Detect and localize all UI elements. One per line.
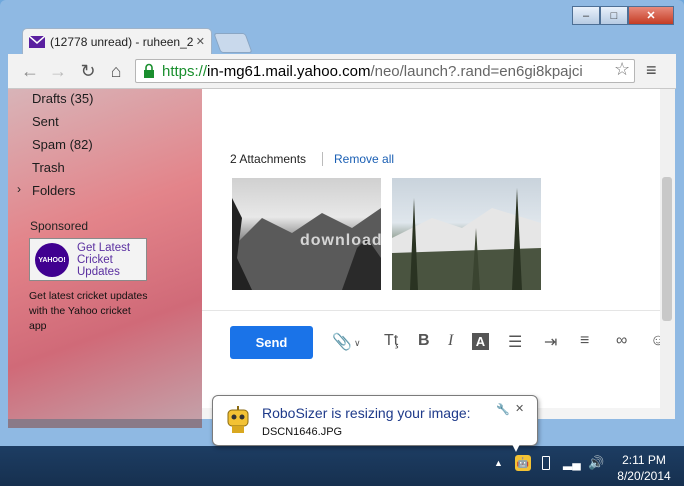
remove-all-link[interactable]: Remove all bbox=[334, 152, 394, 166]
close-window-button[interactable]: ✕ bbox=[628, 6, 674, 25]
link-icon[interactable]: ∞ bbox=[616, 332, 627, 350]
sidebar-item-folders[interactable]: Folders bbox=[32, 183, 75, 198]
italic-icon[interactable]: I bbox=[448, 332, 453, 350]
home-icon[interactable]: ⌂ bbox=[106, 61, 126, 81]
show-hidden-icons-icon[interactable]: ▲ bbox=[494, 458, 503, 468]
back-arrow-icon[interactable]: ← bbox=[20, 61, 40, 81]
attach-paperclip-icon[interactable]: 📎 bbox=[332, 332, 352, 352]
network-signal-icon[interactable]: ▂▄ bbox=[563, 456, 581, 470]
url-host: in-mg61.mail.yahoo.com bbox=[207, 62, 371, 80]
sponsored-label: Sponsored bbox=[30, 219, 89, 233]
taskbar bbox=[0, 446, 684, 486]
window-controls: ‒ □ ✕ bbox=[572, 6, 674, 27]
sidebar-item-spam[interactable]: Spam (82) bbox=[32, 137, 93, 152]
sidebar-item-trash[interactable]: Trash bbox=[32, 160, 65, 175]
robosizer-tray-icon[interactable]: 🤖 bbox=[515, 455, 531, 471]
scrollbar-thumb[interactable] bbox=[662, 177, 672, 321]
chevron-right-icon[interactable]: › bbox=[17, 182, 21, 196]
robot-icon bbox=[225, 404, 251, 434]
close-icon[interactable]: ✕ bbox=[515, 402, 524, 415]
balloon-pointer bbox=[510, 440, 522, 452]
browser-tab[interactable]: (12778 unread) - ruheen_2 ✕ bbox=[22, 28, 212, 54]
sidebar-item-sent[interactable]: Sent bbox=[32, 114, 59, 129]
tab-title: (12778 unread) - ruheen_2 bbox=[50, 34, 194, 49]
horizontal-scrollbar[interactable] bbox=[8, 419, 202, 428]
volume-icon[interactable]: 🔊 bbox=[588, 455, 604, 471]
notification-filename: DSCN1646.JPG bbox=[262, 426, 343, 438]
notification-title: RoboSizer is resizing your image: bbox=[262, 405, 471, 421]
attachment-thumbnail[interactable] bbox=[392, 178, 541, 290]
bullet-list-icon[interactable]: ☰ bbox=[508, 332, 522, 352]
sidebar-item-drafts[interactable]: Drafts (35) bbox=[32, 91, 93, 106]
maximize-button[interactable]: □ bbox=[600, 6, 628, 25]
menu-icon[interactable]: ≡ bbox=[646, 60, 657, 81]
indent-icon[interactable]: ⇥ bbox=[544, 332, 557, 352]
yahoo-cricket-logo: YAHOO! bbox=[35, 243, 69, 277]
send-button[interactable]: Send bbox=[230, 326, 313, 359]
taskbar-date[interactable]: 8/20/2014 bbox=[614, 469, 674, 483]
yahoo-mail-icon bbox=[29, 35, 45, 48]
bookmark-star-icon[interactable]: ☆ bbox=[614, 59, 630, 80]
reload-icon[interactable]: ↻ bbox=[78, 61, 98, 81]
taskbar-time[interactable]: 2:11 PM bbox=[614, 453, 674, 467]
sponsored-ad[interactable]: YAHOO! Get Latest Cricket Updates bbox=[29, 238, 147, 281]
bold-icon[interactable]: B bbox=[418, 332, 430, 350]
settings-wrench-icon[interactable]: 🔧 bbox=[496, 403, 510, 416]
ad-body: Get latest cricket updates with the Yaho… bbox=[29, 290, 148, 332]
url-scheme: https:// bbox=[162, 62, 208, 80]
ad-title[interactable]: Get Latest Cricket Updates bbox=[77, 242, 145, 278]
new-tab-button[interactable] bbox=[213, 33, 253, 53]
forward-arrow-icon[interactable]: → bbox=[48, 61, 68, 81]
color-mountain-image bbox=[392, 188, 541, 290]
attachments-count: 2 Attachments bbox=[230, 152, 307, 166]
notification-balloon[interactable]: RoboSizer is resizing your image: DSCN16… bbox=[212, 395, 538, 446]
divider bbox=[202, 310, 660, 311]
font-size-icon[interactable]: Tţ bbox=[384, 332, 398, 350]
minimize-button[interactable]: ‒ bbox=[572, 6, 600, 25]
align-left-icon[interactable]: ≡ bbox=[580, 332, 589, 350]
battery-icon[interactable] bbox=[542, 456, 550, 470]
address-bar[interactable]: https://in-mg61.mail.yahoo.com/neo/launc… bbox=[135, 59, 635, 83]
chevron-down-icon[interactable]: ∨ bbox=[354, 338, 361, 349]
lock-icon bbox=[144, 63, 154, 78]
url-path: /neo/launch?.rand=en6gi8kpajci bbox=[370, 62, 583, 80]
text-color-icon[interactable]: A bbox=[472, 333, 489, 350]
divider bbox=[322, 152, 323, 166]
watermark-text: download bbox=[300, 232, 383, 249]
tab-close-icon[interactable]: ✕ bbox=[196, 35, 205, 48]
